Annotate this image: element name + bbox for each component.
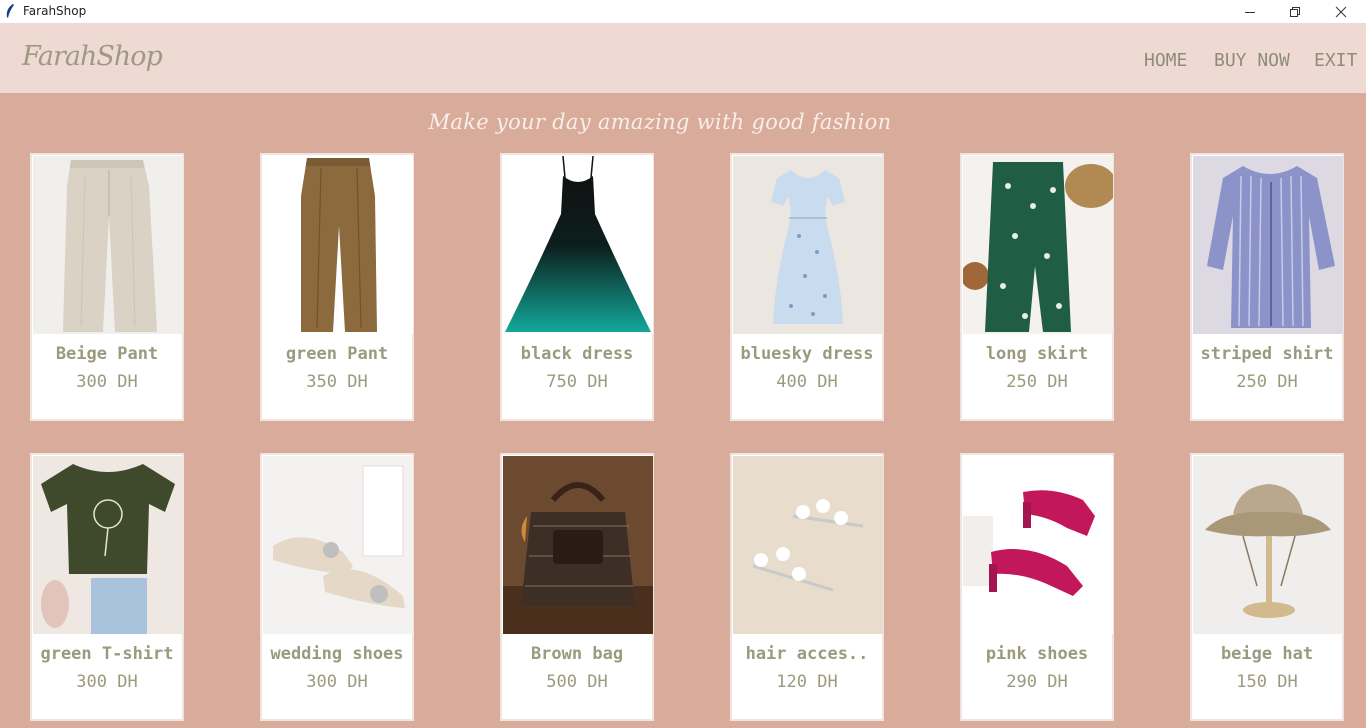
product-price: 250 DH — [1006, 372, 1068, 392]
product-card[interactable]: long skirt 250 DH — [960, 153, 1114, 421]
product-price: 500 DH — [546, 672, 608, 692]
product-name: green T-shirt — [40, 644, 174, 664]
striped-shirt-image — [1193, 156, 1343, 334]
product-price: 290 DH — [1006, 672, 1068, 692]
feather-icon — [6, 4, 14, 18]
product-card[interactable]: pink shoes 290 DH — [960, 453, 1114, 721]
product-name: black dress — [520, 344, 634, 364]
product-price: 250 DH — [1236, 372, 1298, 392]
product-price: 300 DH — [76, 672, 138, 692]
restore-icon — [1290, 6, 1300, 17]
product-price: 350 DH — [306, 372, 368, 392]
product-card[interactable]: green Pant 350 DH — [260, 153, 414, 421]
pink-shoes-image — [963, 456, 1113, 634]
close-button[interactable] — [1318, 0, 1364, 23]
product-card[interactable]: black dress 750 DH — [500, 153, 654, 421]
product-name: green Pant — [285, 344, 389, 364]
window-title: FarahShop — [23, 4, 87, 18]
product-name: pink shoes — [985, 644, 1089, 664]
product-card[interactable]: Brown bag 500 DH — [500, 453, 654, 721]
product-price: 300 DH — [306, 672, 368, 692]
product-price: 750 DH — [546, 372, 608, 392]
product-card[interactable]: bluesky dress 400 DH — [730, 153, 884, 421]
green-tshirt-image — [33, 456, 183, 634]
bluesky-dress-image — [733, 156, 883, 334]
product-name: Brown bag — [530, 644, 624, 664]
tagline: Make your day amazing with good fashion — [428, 110, 892, 134]
shop-logo[interactable]: FarahShop — [22, 41, 163, 72]
product-name: striped shirt — [1200, 344, 1334, 364]
product-name: beige hat — [1220, 644, 1314, 664]
product-card[interactable]: Beige Pant 300 DH — [30, 153, 184, 421]
product-name: Beige Pant — [55, 344, 159, 364]
wedding-shoes-image — [263, 456, 413, 634]
product-name: wedding shoes — [270, 644, 404, 664]
product-price: 400 DH — [776, 372, 838, 392]
product-card[interactable]: striped shirt 250 DH — [1190, 153, 1344, 421]
long-skirt-image — [963, 156, 1113, 334]
product-name: hair acces.. — [745, 644, 869, 664]
product-card[interactable]: beige hat 150 DH — [1190, 453, 1344, 721]
product-name: bluesky dress — [740, 344, 874, 364]
black-dress-image — [503, 156, 653, 334]
product-price: 300 DH — [76, 372, 138, 392]
product-price: 120 DH — [776, 672, 838, 692]
green-pants-image — [263, 156, 413, 334]
beige-pants-image — [33, 156, 183, 334]
product-name: long skirt — [985, 344, 1089, 364]
brown-bag-image — [503, 456, 653, 634]
minimize-button[interactable] — [1227, 0, 1273, 23]
product-price: 150 DH — [1236, 672, 1298, 692]
product-card[interactable]: hair acces.. 120 DH — [730, 453, 884, 721]
product-card[interactable]: green T-shirt 300 DH — [30, 453, 184, 721]
minimize-icon — [1245, 11, 1255, 13]
nav-exit[interactable]: EXIT — [1314, 50, 1357, 71]
product-card[interactable]: wedding shoes 300 DH — [260, 453, 414, 721]
close-icon — [1335, 6, 1347, 17]
header-bar: FarahShop HOME BUY NOW EXIT — [0, 23, 1366, 93]
window-titlebar: FarahShop — [0, 0, 1366, 23]
hair-accessory-image — [733, 456, 883, 634]
beige-hat-image — [1193, 456, 1343, 634]
restore-button[interactable] — [1272, 0, 1318, 23]
nav-home[interactable]: HOME — [1144, 50, 1187, 71]
nav-buy-now[interactable]: BUY NOW — [1214, 50, 1290, 71]
